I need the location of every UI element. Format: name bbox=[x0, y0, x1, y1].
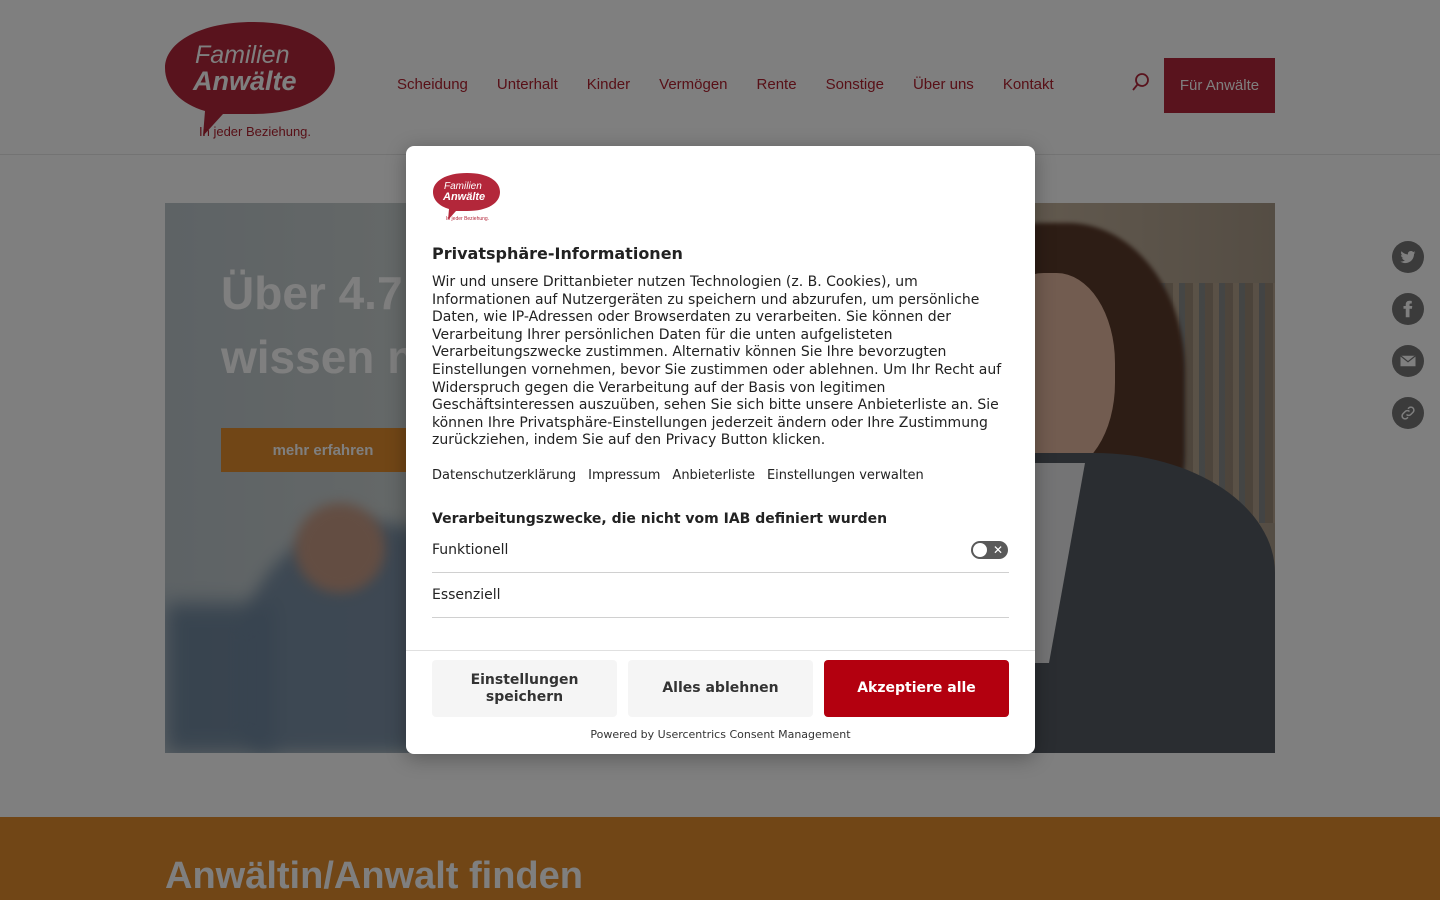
purpose-label[interactable]: Funktionell bbox=[432, 542, 508, 558]
accept-all-button[interactable]: Akzeptiere alle bbox=[824, 660, 1009, 717]
funktionell-toggle[interactable]: ✕ bbox=[971, 541, 1008, 559]
purpose-row-essenziell: Essenziell bbox=[432, 573, 1009, 618]
anbieterliste-link[interactable]: Anbieterliste bbox=[672, 468, 755, 483]
dialog-links: Datenschutzerklärung Impressum Anbieterl… bbox=[432, 468, 924, 483]
save-settings-button[interactable]: Einstellungen speichern bbox=[432, 660, 617, 717]
dialog-title: Privatsphäre-Informationen bbox=[432, 244, 683, 263]
toggle-knob bbox=[973, 543, 987, 557]
powered-by-text: Powered by Usercentrics Consent Manageme… bbox=[590, 728, 851, 741]
purpose-row-funktionell: Funktionell ✕ bbox=[432, 528, 1009, 573]
impressum-link[interactable]: Impressum bbox=[588, 468, 660, 483]
dialog-footer: Einstellungen speichern Alles ablehnen A… bbox=[406, 650, 1035, 754]
purpose-label[interactable]: Essenziell bbox=[432, 587, 501, 603]
purposes-heading: Verarbeitungszwecke, die nicht vom IAB d… bbox=[432, 511, 888, 527]
datenschutz-link[interactable]: Datenschutzerklärung bbox=[432, 468, 576, 483]
einstellungen-verwalten-link[interactable]: Einstellungen verwalten bbox=[767, 468, 924, 483]
dialog-body-text: Wir und unsere Drittanbieter nutzen Tech… bbox=[432, 274, 1002, 449]
svg-text:Anwälte: Anwälte bbox=[442, 191, 485, 203]
cookie-consent-dialog: Familien Anwälte In jeder Beziehung. Pri… bbox=[406, 146, 1035, 754]
close-icon: ✕ bbox=[992, 543, 1003, 557]
reject-all-button[interactable]: Alles ablehnen bbox=[628, 660, 813, 717]
svg-text:In jeder Beziehung.: In jeder Beziehung. bbox=[446, 216, 489, 222]
dialog-logo: Familien Anwälte In jeder Beziehung. bbox=[433, 173, 500, 222]
